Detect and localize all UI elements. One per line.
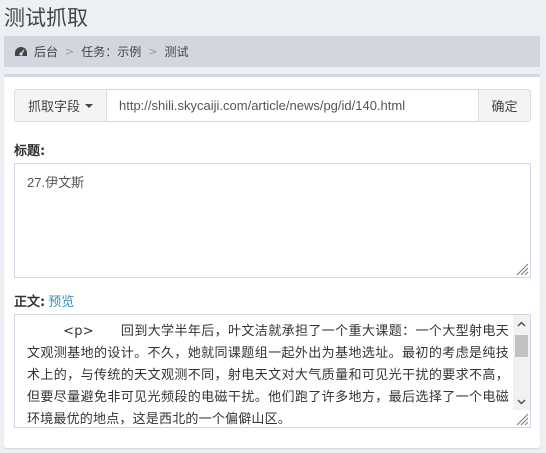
- test-panel: 抓取字段 确定 标题: 27.伊文斯 正文:预览 <p> 回到大学半年后，叶文洁…: [4, 74, 540, 448]
- breadcrumb-task[interactable]: 任务：示例: [81, 43, 141, 60]
- scroll-down-icon[interactable]: [513, 393, 530, 410]
- title-textarea[interactable]: 27.伊文斯: [14, 163, 531, 278]
- resize-handle-icon[interactable]: [515, 262, 529, 276]
- body-label: 正文:: [14, 295, 46, 310]
- field-dropdown-button[interactable]: 抓取字段: [14, 89, 107, 122]
- field-dropdown-label: 抓取字段: [27, 100, 80, 115]
- title-label: 标题:: [14, 144, 46, 159]
- url-input[interactable]: [107, 89, 478, 122]
- scrollbar-thumb[interactable]: [515, 335, 528, 357]
- page-title: 测试抓取: [4, 6, 88, 30]
- confirm-button[interactable]: 确定: [478, 89, 531, 122]
- breadcrumb-home[interactable]: 后台: [34, 43, 58, 60]
- caret-down-icon: [85, 103, 93, 108]
- title-value: 27.伊文斯: [27, 175, 85, 190]
- dashboard-icon: [15, 46, 27, 56]
- breadcrumb-separator: >: [148, 45, 158, 58]
- body-textarea[interactable]: <p> 回到大学半年后，叶文洁就承担了一个重大课题：一个大型射电天文观测基地的设…: [14, 314, 531, 428]
- url-input-group: 抓取字段 确定: [14, 89, 531, 122]
- body-value: <p> 回到大学半年后，叶文洁就承担了一个重大课题：一个大型射电天文观测基地的设…: [27, 324, 509, 427]
- preview-link[interactable]: 预览: [48, 295, 74, 310]
- scroll-up-icon[interactable]: [513, 315, 530, 332]
- breadcrumb-current: 测试: [164, 45, 189, 59]
- vertical-scrollbar[interactable]: [513, 315, 530, 410]
- body-label-row: 正文: 预览: [14, 291, 74, 310]
- breadcrumb: 后台 > 任务：示例 > 测试: [4, 36, 540, 67]
- resize-handle-icon[interactable]: [514, 411, 529, 426]
- breadcrumb-separator: >: [65, 45, 75, 58]
